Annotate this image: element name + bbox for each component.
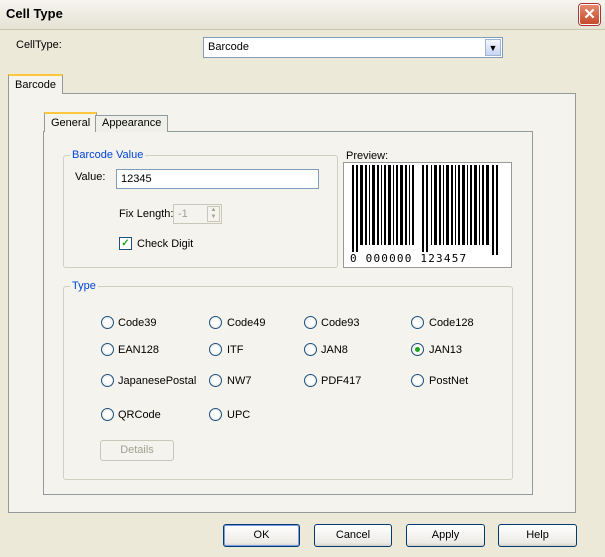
radio-itf[interactable] xyxy=(209,343,222,356)
help-button[interactable]: Help xyxy=(498,524,577,547)
label-jan13: JAN13 xyxy=(429,344,463,356)
label-postnet: PostNet xyxy=(429,375,469,387)
radio-postnet[interactable] xyxy=(411,374,424,387)
tab-general-label: General xyxy=(51,117,91,129)
tab-appearance[interactable]: Appearance xyxy=(95,115,169,132)
tab-appearance-label: Appearance xyxy=(102,117,162,129)
check-digit-label: Check Digit xyxy=(137,238,194,250)
label-code128: Code128 xyxy=(429,317,474,329)
type-legend: Type xyxy=(70,280,98,292)
label-japanesepostal: JapanesePostal xyxy=(118,375,197,387)
check-digit-checkbox[interactable]: ✓ xyxy=(119,237,132,250)
fix-length-stepper[interactable]: -1 ▲ ▼ xyxy=(173,204,222,224)
close-icon[interactable]: ✕ xyxy=(579,4,600,25)
barcode-image xyxy=(352,165,498,255)
label-code39: Code39 xyxy=(118,317,157,329)
celltype-value: Barcode xyxy=(208,41,249,53)
radio-code39[interactable] xyxy=(101,316,114,329)
preview-label: Preview: xyxy=(346,150,389,162)
window-title: Cell Type xyxy=(6,6,63,21)
radio-jan8[interactable] xyxy=(304,343,317,356)
title-bar: Cell Type ✕ xyxy=(0,0,605,30)
label-code93: Code93 xyxy=(321,317,360,329)
label-code49: Code49 xyxy=(227,317,266,329)
cancel-button[interactable]: Cancel xyxy=(314,524,392,547)
radio-code128[interactable] xyxy=(411,316,424,329)
fix-length-value: -1 xyxy=(178,208,188,220)
radio-nw7[interactable] xyxy=(209,374,222,387)
radio-japanesepostal[interactable] xyxy=(101,374,114,387)
barcode-preview: 0 000000 123457 xyxy=(343,162,512,268)
radio-code49[interactable] xyxy=(209,316,222,329)
tab-general[interactable]: General xyxy=(44,112,98,132)
barcode-digits: 0 000000 123457 xyxy=(350,252,468,265)
radio-upc[interactable] xyxy=(209,408,222,421)
celltype-label: CellType: xyxy=(16,39,62,51)
radio-code93[interactable] xyxy=(304,316,317,329)
ok-button[interactable]: OK xyxy=(223,524,300,547)
barcode-value-legend: Barcode Value xyxy=(70,149,146,161)
label-pdf417: PDF417 xyxy=(321,375,362,387)
value-input[interactable]: 12345 xyxy=(116,169,319,189)
chevron-down-icon[interactable]: ▼ xyxy=(485,39,501,56)
value-label: Value: xyxy=(75,171,106,183)
label-ean128: EAN128 xyxy=(118,344,159,356)
radio-jan13[interactable] xyxy=(411,343,424,356)
tab-barcode[interactable]: Barcode xyxy=(8,74,63,94)
spin-arrows-icon[interactable]: ▲ ▼ xyxy=(207,206,220,222)
label-qrcode: QRCode xyxy=(118,409,161,421)
details-button[interactable]: Details xyxy=(100,440,174,461)
radio-ean128[interactable] xyxy=(101,343,114,356)
label-itf: ITF xyxy=(227,344,244,356)
label-upc: UPC xyxy=(227,409,251,421)
fix-length-label: Fix Length: xyxy=(119,208,174,220)
value-input-text: 12345 xyxy=(121,173,152,185)
label-nw7: NW7 xyxy=(227,375,252,387)
celltype-select[interactable]: Barcode ▼ xyxy=(203,37,503,58)
tab-barcode-label: Barcode xyxy=(15,79,56,91)
radio-qrcode[interactable] xyxy=(101,408,114,421)
label-jan8: JAN8 xyxy=(321,344,348,356)
radio-pdf417[interactable] xyxy=(304,374,317,387)
apply-button[interactable]: Apply xyxy=(406,524,485,547)
